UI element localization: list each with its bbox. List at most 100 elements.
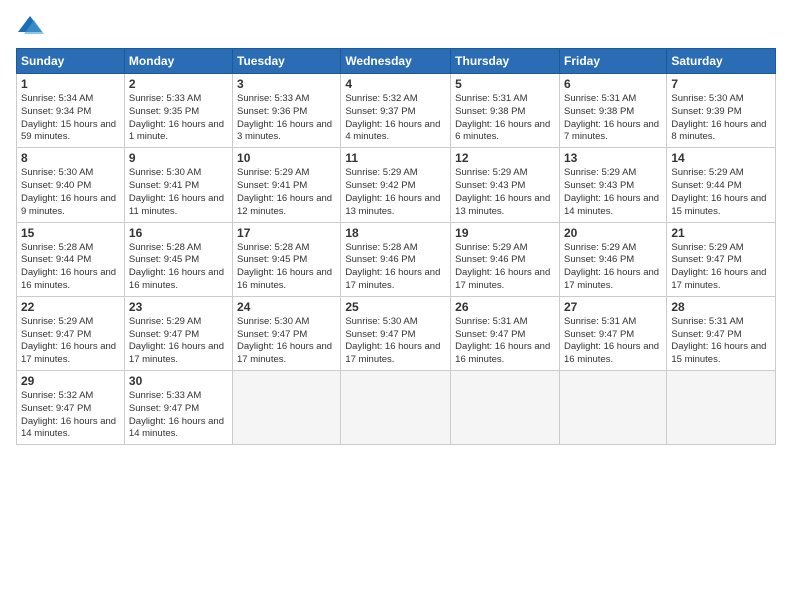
table-row: 29 Sunrise: 5:32 AMSunset: 9:47 PMDaylig… [17,371,125,445]
day-number: 19 [455,226,555,240]
day-number: 8 [21,151,120,165]
day-info: Sunrise: 5:30 AMSunset: 9:47 PMDaylight:… [237,316,332,365]
day-number: 30 [129,374,228,388]
table-row: 15 Sunrise: 5:28 AMSunset: 9:44 PMDaylig… [17,222,125,296]
day-number: 27 [564,300,662,314]
table-row: 12 Sunrise: 5:29 AMSunset: 9:43 PMDaylig… [451,148,560,222]
table-row: 3 Sunrise: 5:33 AMSunset: 9:36 PMDayligh… [233,74,341,148]
col-tuesday: Tuesday [233,49,341,74]
header [16,12,776,40]
day-number: 22 [21,300,120,314]
table-row: 4 Sunrise: 5:32 AMSunset: 9:37 PMDayligh… [341,74,451,148]
day-number: 11 [345,151,446,165]
col-wednesday: Wednesday [341,49,451,74]
day-info: Sunrise: 5:28 AMSunset: 9:45 PMDaylight:… [129,242,224,291]
day-info: Sunrise: 5:29 AMSunset: 9:43 PMDaylight:… [455,167,550,216]
table-row [667,371,776,445]
day-info: Sunrise: 5:29 AMSunset: 9:41 PMDaylight:… [237,167,332,216]
day-info: Sunrise: 5:28 AMSunset: 9:46 PMDaylight:… [345,242,440,291]
table-row: 22 Sunrise: 5:29 AMSunset: 9:47 PMDaylig… [17,296,125,370]
day-number: 6 [564,77,662,91]
day-info: Sunrise: 5:29 AMSunset: 9:46 PMDaylight:… [564,242,659,291]
table-row: 6 Sunrise: 5:31 AMSunset: 9:38 PMDayligh… [559,74,666,148]
table-row: 19 Sunrise: 5:29 AMSunset: 9:46 PMDaylig… [451,222,560,296]
day-number: 18 [345,226,446,240]
table-row: 10 Sunrise: 5:29 AMSunset: 9:41 PMDaylig… [233,148,341,222]
day-info: Sunrise: 5:32 AMSunset: 9:47 PMDaylight:… [21,390,116,439]
day-info: Sunrise: 5:33 AMSunset: 9:35 PMDaylight:… [129,93,224,142]
day-info: Sunrise: 5:34 AMSunset: 9:34 PMDaylight:… [21,93,116,142]
table-row: 28 Sunrise: 5:31 AMSunset: 9:47 PMDaylig… [667,296,776,370]
table-row [451,371,560,445]
table-row: 14 Sunrise: 5:29 AMSunset: 9:44 PMDaylig… [667,148,776,222]
day-info: Sunrise: 5:28 AMSunset: 9:45 PMDaylight:… [237,242,332,291]
calendar-table: Sunday Monday Tuesday Wednesday Thursday… [16,48,776,445]
calendar-header-row: Sunday Monday Tuesday Wednesday Thursday… [17,49,776,74]
day-info: Sunrise: 5:29 AMSunset: 9:43 PMDaylight:… [564,167,659,216]
day-info: Sunrise: 5:30 AMSunset: 9:47 PMDaylight:… [345,316,440,365]
day-number: 5 [455,77,555,91]
table-row: 9 Sunrise: 5:30 AMSunset: 9:41 PMDayligh… [124,148,232,222]
day-number: 24 [237,300,336,314]
col-thursday: Thursday [451,49,560,74]
day-number: 12 [455,151,555,165]
day-info: Sunrise: 5:33 AMSunset: 9:36 PMDaylight:… [237,93,332,142]
table-row: 16 Sunrise: 5:28 AMSunset: 9:45 PMDaylig… [124,222,232,296]
table-row: 11 Sunrise: 5:29 AMSunset: 9:42 PMDaylig… [341,148,451,222]
table-row: 21 Sunrise: 5:29 AMSunset: 9:47 PMDaylig… [667,222,776,296]
page: Sunday Monday Tuesday Wednesday Thursday… [0,0,792,612]
col-monday: Monday [124,49,232,74]
day-info: Sunrise: 5:31 AMSunset: 9:47 PMDaylight:… [455,316,550,365]
table-row: 23 Sunrise: 5:29 AMSunset: 9:47 PMDaylig… [124,296,232,370]
table-row: 30 Sunrise: 5:33 AMSunset: 9:47 PMDaylig… [124,371,232,445]
day-number: 3 [237,77,336,91]
day-number: 25 [345,300,446,314]
day-number: 9 [129,151,228,165]
day-info: Sunrise: 5:30 AMSunset: 9:40 PMDaylight:… [21,167,116,216]
table-row: 2 Sunrise: 5:33 AMSunset: 9:35 PMDayligh… [124,74,232,148]
day-number: 10 [237,151,336,165]
day-number: 17 [237,226,336,240]
day-info: Sunrise: 5:29 AMSunset: 9:42 PMDaylight:… [345,167,440,216]
table-row: 25 Sunrise: 5:30 AMSunset: 9:47 PMDaylig… [341,296,451,370]
table-row: 1 Sunrise: 5:34 AMSunset: 9:34 PMDayligh… [17,74,125,148]
day-info: Sunrise: 5:29 AMSunset: 9:44 PMDaylight:… [671,167,766,216]
table-row: 17 Sunrise: 5:28 AMSunset: 9:45 PMDaylig… [233,222,341,296]
table-row [559,371,666,445]
day-number: 15 [21,226,120,240]
col-friday: Friday [559,49,666,74]
table-row: 18 Sunrise: 5:28 AMSunset: 9:46 PMDaylig… [341,222,451,296]
day-info: Sunrise: 5:30 AMSunset: 9:41 PMDaylight:… [129,167,224,216]
day-number: 4 [345,77,446,91]
day-info: Sunrise: 5:33 AMSunset: 9:47 PMDaylight:… [129,390,224,439]
table-row: 26 Sunrise: 5:31 AMSunset: 9:47 PMDaylig… [451,296,560,370]
day-info: Sunrise: 5:29 AMSunset: 9:47 PMDaylight:… [671,242,766,291]
col-sunday: Sunday [17,49,125,74]
day-number: 13 [564,151,662,165]
table-row: 27 Sunrise: 5:31 AMSunset: 9:47 PMDaylig… [559,296,666,370]
day-number: 23 [129,300,228,314]
day-info: Sunrise: 5:31 AMSunset: 9:38 PMDaylight:… [455,93,550,142]
day-number: 16 [129,226,228,240]
table-row [233,371,341,445]
day-number: 20 [564,226,662,240]
day-number: 28 [671,300,771,314]
day-info: Sunrise: 5:29 AMSunset: 9:47 PMDaylight:… [129,316,224,365]
col-saturday: Saturday [667,49,776,74]
logo [16,12,48,40]
day-info: Sunrise: 5:32 AMSunset: 9:37 PMDaylight:… [345,93,440,142]
table-row: 13 Sunrise: 5:29 AMSunset: 9:43 PMDaylig… [559,148,666,222]
day-number: 21 [671,226,771,240]
day-number: 1 [21,77,120,91]
day-number: 7 [671,77,771,91]
day-info: Sunrise: 5:31 AMSunset: 9:47 PMDaylight:… [671,316,766,365]
table-row: 7 Sunrise: 5:30 AMSunset: 9:39 PMDayligh… [667,74,776,148]
table-row: 5 Sunrise: 5:31 AMSunset: 9:38 PMDayligh… [451,74,560,148]
day-number: 29 [21,374,120,388]
day-info: Sunrise: 5:30 AMSunset: 9:39 PMDaylight:… [671,93,766,142]
table-row: 20 Sunrise: 5:29 AMSunset: 9:46 PMDaylig… [559,222,666,296]
day-number: 26 [455,300,555,314]
day-number: 2 [129,77,228,91]
day-info: Sunrise: 5:29 AMSunset: 9:47 PMDaylight:… [21,316,116,365]
day-info: Sunrise: 5:31 AMSunset: 9:38 PMDaylight:… [564,93,659,142]
